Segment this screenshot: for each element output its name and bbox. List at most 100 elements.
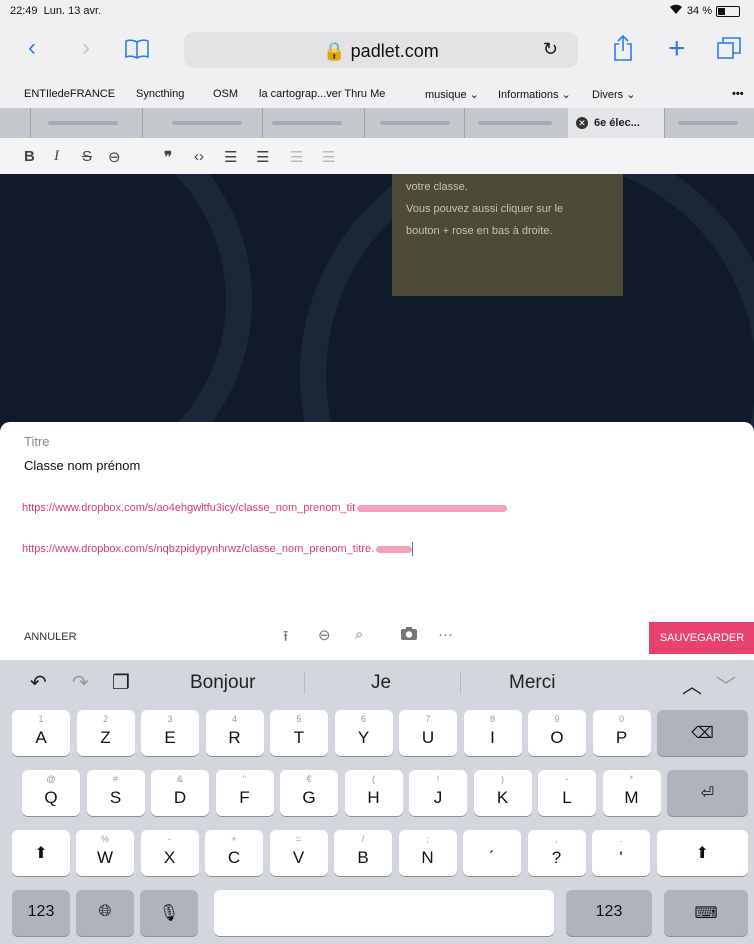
link-icon[interactable]: ⊖	[108, 148, 121, 166]
return-key[interactable]: ⏎	[667, 770, 748, 816]
shift-key-left[interactable]: ⬆	[12, 830, 70, 876]
key-e[interactable]: 3E	[141, 710, 199, 756]
tabs-overview-icon[interactable]	[716, 36, 742, 65]
numbers-key-right[interactable]: 123	[566, 890, 652, 936]
attach-link-icon[interactable]: ⊖	[318, 626, 331, 644]
bookmark-item[interactable]: Syncthing	[136, 88, 184, 100]
suggestion-1[interactable]: Bonjour	[190, 672, 256, 694]
key-k[interactable]: ) K	[473, 770, 532, 816]
key-row3-1[interactable]: -X	[140, 830, 199, 876]
key-row3-7[interactable]: ,?	[527, 830, 586, 876]
address-bar[interactable]: 🔒 padlet.com ↻	[184, 32, 578, 68]
key-u[interactable]: 7U	[399, 710, 457, 756]
bookmark-item[interactable]: Divers ⌄	[592, 88, 635, 101]
share-icon[interactable]	[612, 34, 634, 67]
key-secondary-label: 1	[38, 714, 44, 724]
key-label: C	[227, 848, 241, 867]
numbered-list-icon[interactable]: ☰	[256, 148, 269, 166]
suggestion-3[interactable]: Merci	[509, 672, 555, 694]
bookmark-item[interactable]: Informations ⌄	[498, 88, 571, 101]
key-r[interactable]: 4R	[205, 710, 264, 756]
key-z[interactable]: 2Z	[76, 710, 135, 756]
outdent-icon[interactable]: ☰	[290, 148, 303, 166]
key-q[interactable]: @ Q	[22, 770, 80, 816]
key-l[interactable]: -L	[538, 770, 596, 816]
key-label: 🎙︎	[158, 905, 180, 922]
close-tab-icon[interactable]: ✕	[576, 117, 588, 129]
more-options-icon[interactable]: ···	[438, 626, 453, 643]
key-label: K	[496, 788, 509, 807]
key-row3-5[interactable]: ; N	[398, 830, 457, 876]
key-m[interactable]: * M	[602, 770, 661, 816]
body-link-2[interactable]: https://www.dropbox.com/s/nqbzpidypynhrw…	[22, 542, 414, 556]
cancel-button[interactable]: ANNULER	[24, 631, 77, 643]
key-row3-6[interactable]: ´	[463, 830, 521, 876]
shift-key-right[interactable]: ⬆	[656, 830, 748, 876]
title-input[interactable]: Classe nom prénom	[24, 458, 140, 473]
key-j[interactable]: ! J	[409, 770, 467, 816]
reload-icon[interactable]: ↻	[543, 39, 558, 60]
body-link-1[interactable]: https://www.dropbox.com/s/ao4ehgwltfu3ic…	[22, 502, 508, 514]
tab[interactable]	[664, 108, 754, 138]
globe-key[interactable]: 🌐︎	[76, 890, 134, 936]
key-f[interactable]: " F	[215, 770, 274, 816]
strikethrough-icon[interactable]: S	[82, 148, 92, 165]
key-label: R	[228, 728, 241, 747]
title-label: Titre	[24, 434, 50, 449]
key-row3-3[interactable]: = V	[269, 830, 328, 876]
key-row3-4[interactable]: / B	[334, 830, 392, 876]
tab[interactable]	[364, 108, 465, 138]
tab[interactable]	[142, 108, 263, 138]
bookmark-item[interactable]: musique ⌄	[425, 88, 479, 101]
space-bar[interactable]	[214, 890, 554, 936]
hide-keyboard-key[interactable]: ⌨	[664, 890, 748, 936]
key-h[interactable]: (H	[344, 770, 403, 816]
numbers-key-left[interactable]: 123	[12, 890, 70, 936]
tab[interactable]	[262, 108, 365, 138]
indent-icon[interactable]: ☰	[322, 148, 335, 166]
upload-icon[interactable]: ⭱	[283, 626, 288, 651]
key-y[interactable]: 6Y	[334, 710, 393, 756]
bookmark-item[interactable]: la cartograp...ver Thru Me	[259, 88, 385, 100]
back-icon[interactable]: ‹	[28, 36, 36, 60]
redo-icon[interactable]: ↷	[72, 670, 89, 695]
delete-key[interactable]: ⌫	[657, 710, 748, 756]
quote-icon[interactable]: ❞	[164, 148, 172, 166]
key-s[interactable]: # S	[86, 770, 145, 816]
key-g[interactable]: € G	[280, 770, 338, 816]
chevron-up-icon[interactable]: ︿	[682, 670, 702, 699]
key-d[interactable]: & D	[151, 770, 209, 816]
key-p[interactable]: 0P	[592, 710, 651, 756]
key-row3-2[interactable]: + C	[205, 830, 263, 876]
forward-icon[interactable]: ›	[82, 36, 90, 60]
undo-icon[interactable]: ↶	[30, 670, 47, 695]
dictation-key[interactable]: 🎙︎	[140, 890, 198, 936]
new-tab-icon[interactable]: +	[668, 34, 686, 64]
key-label: A	[35, 728, 47, 747]
paste-icon[interactable]: ❐	[112, 670, 130, 695]
suggestion-2[interactable]: Je	[371, 672, 391, 694]
tab[interactable]	[464, 108, 569, 138]
save-button[interactable]: SAUVEGARDER	[649, 622, 754, 654]
key-t[interactable]: 5T	[270, 710, 328, 756]
code-icon[interactable]: ‹›	[194, 148, 204, 165]
bookmark-item[interactable]: ENTIledeFRANCE	[24, 88, 115, 100]
key-a[interactable]: 1A	[12, 710, 70, 756]
tab[interactable]	[0, 108, 31, 138]
bookmark-item[interactable]: OSM	[213, 88, 238, 100]
bookmarks-more-icon[interactable]: •••	[732, 88, 744, 100]
search-image-icon[interactable]: ⌕	[355, 626, 363, 643]
key-row3-8[interactable]: . '	[592, 830, 650, 876]
chevron-down-icon[interactable]: ﹀	[716, 670, 736, 699]
camera-icon[interactable]	[400, 626, 418, 645]
italic-icon[interactable]: I	[54, 148, 59, 165]
tab[interactable]	[30, 108, 143, 138]
suggestion-bar: ↶ ↷ ❐ Bonjour Je Merci ︿ ﹀	[0, 660, 754, 704]
key-i[interactable]: 8I	[463, 710, 522, 756]
bold-icon[interactable]: B	[24, 148, 35, 165]
bookmarks-icon[interactable]	[124, 38, 150, 65]
tab-active[interactable]: ✕ 6e élec...	[568, 108, 665, 138]
key-row3-0[interactable]: % W	[76, 830, 134, 876]
bullet-list-icon[interactable]: ☰	[224, 148, 237, 166]
key-o[interactable]: 9O	[528, 710, 586, 756]
